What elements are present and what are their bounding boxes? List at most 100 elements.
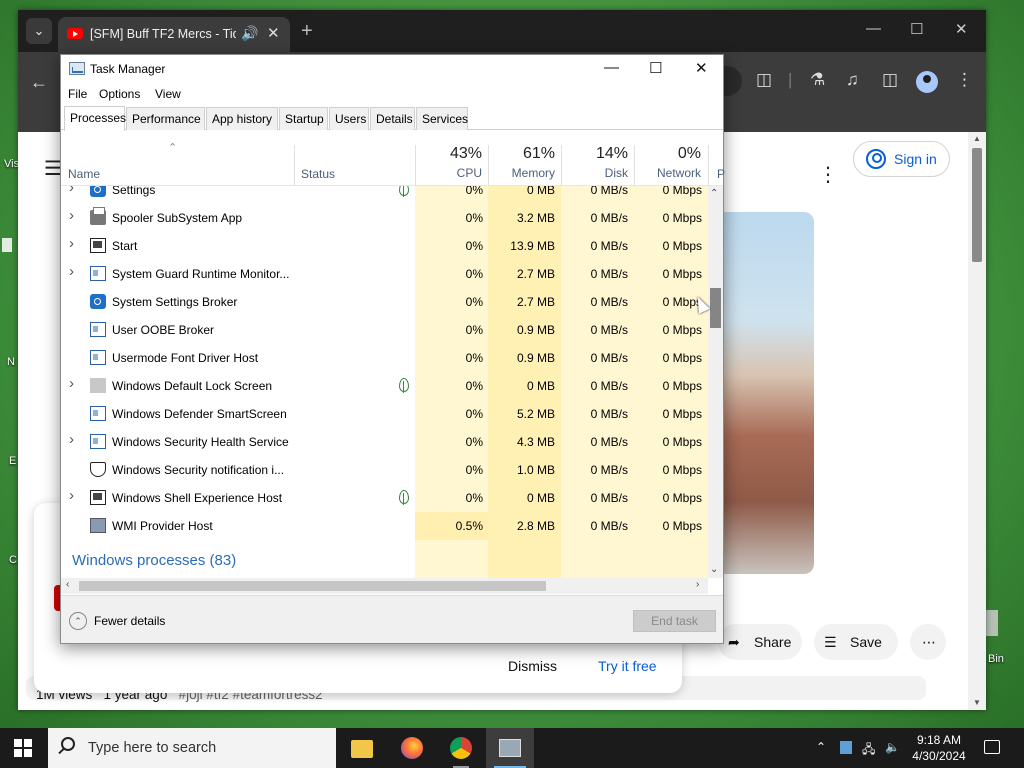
process-row[interactable]: System Settings Broker 0% 2.7 MB 0 MB/s 0 Mb… — [61, 288, 708, 316]
recycle-bin-label[interactable]: Bin — [988, 653, 1004, 665]
fewer-details-link[interactable]: Fewer details — [94, 614, 165, 628]
scrollbar-thumb[interactable] — [972, 148, 982, 262]
process-row[interactable]: › Start 0% 13.9 MB 0 MB/s 0 Mbps — [61, 232, 708, 260]
tab-processes[interactable]: Processes — [64, 106, 126, 131]
volume-muted-icon[interactable]: 🔈 — [885, 740, 900, 754]
horizontal-scrollbar-thumb[interactable] — [79, 581, 546, 591]
process-row[interactable]: › Windows Shell Experience Host 0% 0 MB 0 MB… — [61, 484, 708, 512]
process-row[interactable]: › Spooler SubSystem App 0% 3.2 MB 0 MB/s 0 Mb… — [61, 204, 708, 232]
expand-chevron-icon[interactable]: › — [69, 375, 74, 392]
network-icon[interactable]: 🖧 — [862, 740, 875, 761]
back-button[interactable]: ← — [30, 72, 48, 93]
process-row[interactable]: Usermode Font Driver Host 0% 0.9 MB 0 MB/s 0… — [61, 344, 708, 372]
column-disk[interactable]: 14% Disk — [563, 145, 628, 180]
column-separator[interactable] — [488, 145, 489, 186]
browser-scrollbar[interactable]: ▲ ▼ — [968, 132, 986, 710]
notification-center-icon[interactable] — [984, 740, 1000, 754]
speaker-icon[interactable]: 🔊 — [241, 25, 258, 42]
task-manager-taskbar-button[interactable] — [486, 728, 534, 768]
tab-services[interactable]: Services — [416, 107, 468, 130]
desktop-shortcut-icon[interactable] — [2, 238, 12, 252]
menu-options[interactable]: Options — [99, 87, 140, 101]
column-separator[interactable] — [294, 145, 295, 186]
extensions-icon[interactable]: ◫ — [756, 70, 772, 90]
tab-users[interactable]: Users — [329, 107, 369, 130]
expand-chevron-icon[interactable]: › — [69, 186, 74, 196]
dismiss-button[interactable]: Dismiss — [508, 658, 557, 674]
group-header-windows-processes[interactable]: Windows processes (83) — [72, 552, 236, 569]
media-control-icon[interactable]: ♫ — [846, 70, 859, 90]
maximize-button[interactable]: ☐ — [649, 59, 662, 77]
close-window-button[interactable]: ✕ — [955, 20, 968, 38]
column-separator[interactable] — [708, 145, 709, 186]
minimize-button[interactable]: — — [604, 59, 619, 76]
column-separator[interactable] — [561, 145, 562, 186]
tab-startup[interactable]: Startup — [279, 107, 328, 130]
share-button[interactable]: ➦ Share — [718, 624, 802, 660]
tab-details[interactable]: Details — [370, 107, 415, 130]
browser-tab-youtube[interactable]: [SFM] Buff TF2 Mercs - Tid 🔊 ✕ — [58, 17, 290, 52]
scroll-up-icon[interactable]: ⌃ — [710, 188, 718, 199]
new-tab-button[interactable]: + — [301, 20, 313, 43]
desktop-label[interactable]: E — [9, 455, 16, 467]
desktop-label[interactable]: N — [7, 356, 15, 368]
expand-chevron-icon[interactable]: › — [69, 263, 74, 280]
expand-chevron-icon[interactable]: › — [69, 235, 74, 252]
profile-avatar-icon[interactable] — [916, 71, 938, 93]
end-task-button[interactable]: End task — [633, 610, 716, 632]
more-options-icon[interactable]: ⋮ — [818, 162, 838, 187]
scroll-left-icon[interactable]: ‹ — [66, 579, 69, 590]
firefox-taskbar-button[interactable] — [388, 728, 436, 768]
collapse-chevron-icon[interactable]: ⌃ — [69, 612, 87, 630]
start-button[interactable] — [14, 739, 32, 757]
horizontal-scrollbar[interactable]: ‹ › — [61, 578, 708, 594]
save-button[interactable]: ☰ Save — [814, 624, 898, 660]
system-clock[interactable]: 9:18 AM 4/30/2024 — [904, 732, 974, 764]
process-row[interactable]: User OOBE Broker 0% 0.9 MB 0 MB/s 0 Mbps — [61, 316, 708, 344]
side-panel-icon[interactable]: ◫ — [882, 70, 898, 90]
expand-chevron-icon[interactable]: › — [69, 431, 74, 448]
desktop-label[interactable]: Vis — [4, 158, 19, 170]
process-row[interactable]: › Windows Security Health Service 0% 4.3 MB… — [61, 428, 708, 456]
process-list-scrollbar[interactable]: ⌃ ⌄ — [708, 186, 723, 578]
scroll-right-icon[interactable]: › — [696, 579, 699, 590]
column-status[interactable]: Status — [301, 167, 335, 181]
chrome-taskbar-button[interactable] — [437, 728, 485, 768]
close-tab-icon[interactable]: ✕ — [267, 24, 280, 42]
minimize-window-button[interactable]: — — [866, 20, 881, 37]
scrollbar-thumb[interactable] — [710, 288, 721, 328]
column-power-truncated[interactable]: P — [717, 167, 725, 181]
taskbar-search-box[interactable]: Type here to search — [48, 728, 336, 768]
column-cpu[interactable]: 43% CPU — [417, 145, 482, 180]
maximize-window-button[interactable]: ☐ — [910, 20, 923, 38]
scroll-down-arrow-icon[interactable]: ▼ — [973, 698, 981, 707]
recycle-bin-icon[interactable] — [986, 610, 998, 636]
close-button[interactable]: ✕ — [695, 59, 708, 77]
tab-search-button[interactable]: ⌄ — [26, 18, 52, 44]
browser-menu-icon[interactable]: ⋮ — [956, 70, 973, 90]
column-separator[interactable] — [634, 145, 635, 186]
expand-chevron-icon[interactable]: › — [69, 207, 74, 224]
video-player[interactable] — [724, 212, 814, 574]
column-network[interactable]: 0% Network — [636, 145, 701, 180]
process-row[interactable]: › Windows Default Lock Screen 0% 0 MB 0 MB/s… — [61, 372, 708, 400]
column-name[interactable]: Name — [68, 167, 100, 181]
desktop-label[interactable]: C — [9, 554, 17, 566]
tab-app-history[interactable]: App history — [206, 107, 278, 130]
menu-file[interactable]: File — [68, 87, 87, 101]
menu-view[interactable]: View — [155, 87, 181, 101]
file-explorer-taskbar-button[interactable] — [338, 728, 386, 768]
scroll-up-arrow-icon[interactable]: ▲ — [973, 134, 981, 143]
tray-app-icon[interactable] — [840, 741, 852, 754]
process-row[interactable]: › System Guard Runtime Monitor... 0% 2.7 MB… — [61, 260, 708, 288]
process-row[interactable]: Windows Security notification i... 0% 1.0 … — [61, 456, 708, 484]
sign-in-button[interactable]: Sign in — [853, 141, 950, 177]
more-actions-button[interactable]: ⋯ — [910, 624, 946, 660]
labs-flask-icon[interactable]: ⚗ — [810, 70, 825, 90]
expand-chevron-icon[interactable]: › — [69, 487, 74, 504]
show-hidden-icons-icon[interactable]: ⌃ — [816, 740, 826, 754]
column-memory[interactable]: 61% Memory — [490, 145, 555, 180]
try-it-free-button[interactable]: Try it free — [598, 658, 657, 674]
process-row[interactable]: › Settings 0% 0 MB 0 MB/s 0 Mbps — [61, 186, 708, 204]
tab-performance[interactable]: Performance — [126, 107, 205, 130]
